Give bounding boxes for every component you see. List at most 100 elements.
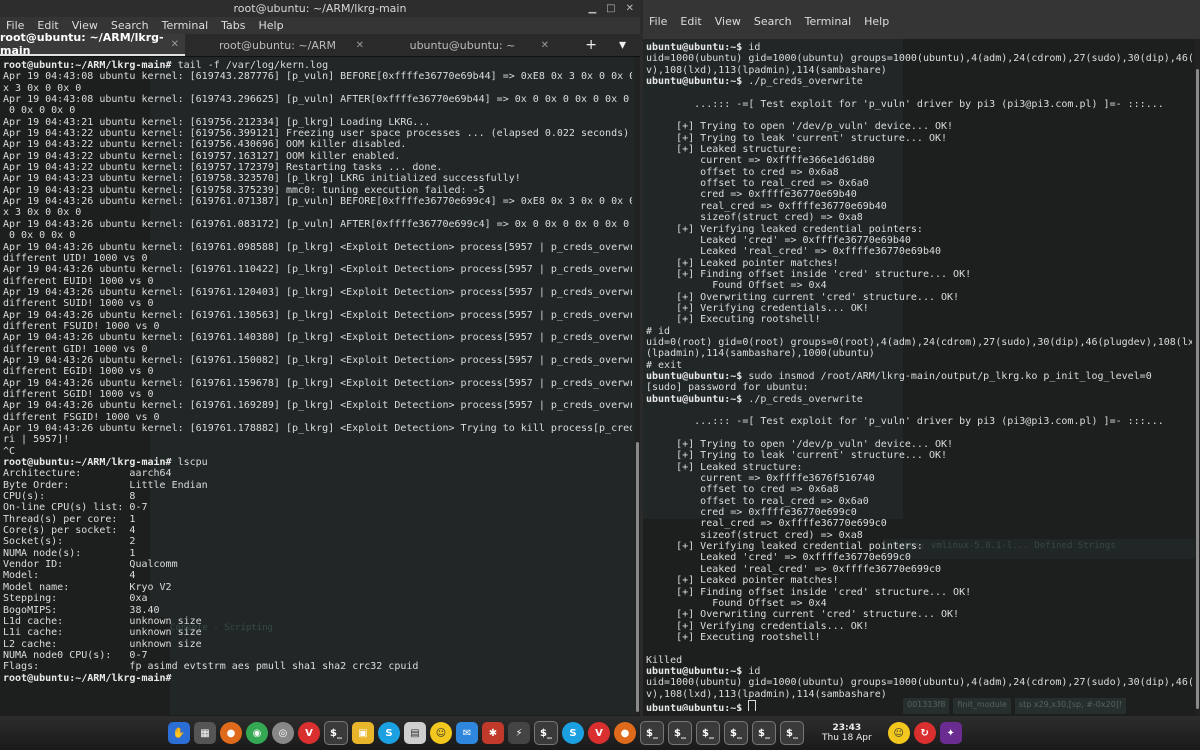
vivaldi-icon[interactable]: V: [298, 722, 320, 744]
clock-date: Thu 18 Apr: [822, 733, 872, 743]
menu-search[interactable]: Search: [754, 15, 792, 28]
tab-arm[interactable]: root@ubuntu: ~/ARM ✕: [185, 34, 370, 56]
terminal-line: Apr 19 04:43:26 ubuntu kernel: [619761.1…: [3, 354, 632, 366]
scroll-thumb[interactable]: [636, 442, 639, 712]
terminal-line: different FSUID! 1000 vs 0: [3, 320, 160, 332]
terminal-line: ubuntu@ubuntu:~$ sudo insmod /root/ARM/l…: [646, 371, 1192, 382]
terminal-line: ubuntu@ubuntu:~$ id: [646, 42, 1192, 53]
terminal-output-right[interactable]: Bytes: vmlinux-5.0.1-l... Defined String…: [643, 39, 1200, 716]
terminal-line: On-line CPU(s) list: 0-7: [3, 502, 148, 514]
menu-view[interactable]: View: [715, 15, 741, 28]
close-icon[interactable]: ✕: [171, 39, 179, 50]
terminal-line: [+] Leaked pointer matches!: [646, 575, 839, 587]
terminal-line: Killed: [646, 654, 683, 666]
terminal-line: cred => 0xffffe36770e699c0: [646, 507, 857, 519]
sticky-notes-icon[interactable]: ▣: [352, 722, 374, 744]
scroll-thumb[interactable]: [1196, 69, 1199, 709]
menu-file[interactable]: File: [649, 15, 667, 28]
tab-ubuntu-home[interactable]: ubuntu@ubuntu: ~ ✕: [370, 34, 555, 56]
terminal-line: ubuntu@ubuntu:~$: [646, 699, 1192, 712]
terminal-line: ...::: -=[ Test exploit for 'p_vuln' dri…: [646, 416, 1164, 428]
firefox-icon[interactable]: ●: [220, 722, 242, 744]
terminal-line: Leaked 'real_cred' => 0xffffe36770e699c0: [646, 563, 942, 575]
tab-lkrg-main[interactable]: root@ubuntu: ~/ARM/lkrg-main ✕: [0, 31, 185, 57]
app-menu-icon[interactable]: ✋: [168, 722, 190, 744]
terminal-line: [+] Leaked pointer matches!: [646, 257, 839, 269]
menu-edit[interactable]: Edit: [680, 15, 701, 28]
maximize-icon[interactable]: □: [606, 3, 615, 14]
terminal-line: Apr 19 04:43:23 ubuntu kernel: [619758.3…: [3, 184, 485, 196]
shell-prompt: ubuntu@ubuntu:~$: [646, 702, 743, 712]
game-tray-icon[interactable]: ✦: [939, 722, 962, 744]
terminal-line: sizeof(struct cred) => 0xa8: [646, 529, 863, 541]
menu-tabs[interactable]: Tabs: [221, 19, 245, 32]
debugger-icon[interactable]: ⚡: [508, 722, 530, 744]
terminal-icon[interactable]: $_: [668, 721, 692, 745]
terminal-line: Apr 19 04:43:21 ubuntu kernel: [619756.2…: [3, 116, 431, 128]
shell-command: ./p_creds_overwrite: [742, 393, 863, 405]
terminal-icon[interactable]: $_: [324, 721, 348, 745]
menu-terminal[interactable]: Terminal: [805, 15, 852, 28]
scrollbar[interactable]: [1195, 39, 1200, 716]
shell-command: id: [742, 665, 761, 677]
clock[interactable]: 23:43 Thu 18 Apr: [822, 723, 872, 743]
tab-menu-chevron-icon[interactable]: ▾: [619, 37, 626, 53]
skype-icon[interactable]: S: [562, 722, 584, 744]
terminal-line: different SUID! 1000 vs 0: [3, 298, 154, 310]
chat-icon[interactable]: ✉: [456, 722, 478, 744]
terminal-line: Apr 19 04:43:26 ubuntu kernel: [619761.1…: [3, 332, 632, 344]
pidgin-tray-icon[interactable]: ☺: [887, 722, 910, 744]
terminal-icon[interactable]: $_: [752, 721, 776, 745]
shell-command: id: [742, 42, 761, 53]
terminal-line: Apr 19 04:43:23 ubuntu kernel: [619758.3…: [3, 173, 521, 185]
terminal-icon[interactable]: $_: [696, 721, 720, 745]
new-tab-icon[interactable]: +: [585, 37, 597, 53]
taskbar: ✋ ▦ ● ◉ ◎ V $_ ▣ S ▤ ☺ ✉ ✱ ⚡ $_ S V ● $_…: [0, 716, 1200, 750]
terminal-line: [+] Finding offset inside 'cred' structu…: [646, 586, 972, 598]
terminal-window-right[interactable]: File Edit View Search Terminal Help Byte…: [643, 0, 1200, 716]
chrome-icon[interactable]: ◉: [246, 722, 268, 744]
calculator-icon[interactable]: ▤: [404, 722, 426, 744]
chromium-icon[interactable]: ◎: [272, 722, 294, 744]
window-title: root@ubuntu: ~/ARM/lkrg-main: [233, 2, 407, 15]
terminal-line: [+] Trying to open '/dev/p_vuln' device.…: [646, 121, 954, 133]
shell-prompt: ubuntu@ubuntu:~$: [646, 370, 743, 382]
terminal-line: Leaked 'real_cred' => 0xffffe36770e69b40: [646, 246, 942, 258]
terminal-line: Apr 19 04:43:08 ubuntu kernel: [619743.2…: [3, 94, 632, 106]
window-titlebar[interactable]: root@ubuntu: ~/ARM/lkrg-main ▁ □ ✕: [0, 0, 640, 17]
terminal-line: Apr 19 04:43:26 ubuntu kernel: [619761.0…: [3, 241, 632, 253]
terminal-line: v),108(lxd),113(lpadmin),114(sambashare): [646, 688, 887, 700]
terminal-line: [+] Executing rootshell!: [646, 631, 821, 643]
terminal-line: real_cred => 0xffffe36770e69b40: [646, 200, 887, 212]
close-icon[interactable]: ✕: [626, 3, 634, 14]
terminal-icon[interactable]: $_: [724, 721, 748, 745]
file-manager-icon[interactable]: ▦: [194, 722, 216, 744]
scrollbar[interactable]: [635, 57, 640, 715]
firefox-icon[interactable]: ●: [614, 722, 636, 744]
terminal-line: offset to cred => 0x6a8: [646, 166, 839, 178]
terminal-line: (lpadmin),114(sambashare),1000(ubuntu): [646, 348, 875, 360]
terminal-icon[interactable]: $_: [780, 721, 804, 745]
terminal-icon[interactable]: $_: [640, 721, 664, 745]
close-icon[interactable]: ✕: [541, 40, 549, 51]
skype-icon[interactable]: S: [378, 722, 400, 744]
terminal-line: different SGID! 1000 vs 0: [3, 388, 154, 400]
tab-label: root@ubuntu: ~/ARM/lkrg-main: [0, 31, 164, 57]
terminal-output-left[interactable]: Console - Scripting root@ubuntu:~/ARM/lk…: [0, 57, 640, 715]
terminal-line: offset to real_cred => 0x6a0: [646, 495, 869, 507]
terminal-lines: root@ubuntu:~/ARM/lkrg-main# tail -f /va…: [3, 60, 632, 684]
terminal-line: [+] Verifying credentials... OK!: [646, 620, 869, 632]
ghidra-icon[interactable]: ✱: [482, 722, 504, 744]
terminal-window-left[interactable]: root@ubuntu: ~/ARM/lkrg-main ▁ □ ✕ File …: [0, 0, 640, 716]
menu-help[interactable]: Help: [864, 15, 889, 28]
menu-help[interactable]: Help: [259, 19, 284, 32]
close-icon[interactable]: ✕: [356, 40, 364, 51]
terminal-icon[interactable]: $_: [534, 721, 558, 745]
update-tray-icon[interactable]: ↻: [913, 722, 936, 744]
pidgin-icon[interactable]: ☺: [430, 722, 452, 744]
vivaldi-icon[interactable]: V: [588, 722, 610, 744]
minimize-icon[interactable]: ▁: [588, 3, 596, 14]
terminal-line: Thread(s) per core: 1: [3, 513, 136, 525]
terminal-line: # exit: [646, 359, 683, 371]
